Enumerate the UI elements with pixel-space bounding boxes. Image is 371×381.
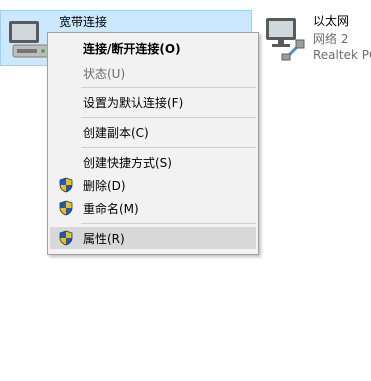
adapter-ethernet-device: Realtek PC — [313, 48, 371, 62]
adapter-ethernet-network: 网络 2 — [313, 32, 349, 46]
menu-item-delete[interactable]: 删除(D) — [50, 174, 256, 196]
adapter-ethernet-name: 以太网 — [313, 14, 350, 28]
network-adapter-icon — [5, 15, 53, 66]
uac-shield-icon — [58, 200, 74, 216]
menu-item-label: 删除(D) — [83, 179, 126, 193]
adapter-ethernet[interactable]: 以太网 网络 2 Realtek PC — [258, 10, 371, 66]
menu-item-label: 创建副本(C) — [83, 126, 149, 140]
adapter-broadband-name: 宽带连接 — [59, 15, 108, 29]
menu-item-properties[interactable]: 属性(R) — [50, 227, 256, 249]
menu-item-create-copy[interactable]: 创建副本(C) — [50, 121, 256, 143]
menu-item-connect-disconnect[interactable]: 连接/断开连接(O) — [50, 37, 256, 59]
context-menu: 连接/断开连接(O) 状态(U) 设置为默认连接(F) 创建副本(C) 创建快捷… — [47, 32, 259, 255]
uac-shield-icon — [58, 230, 74, 246]
uac-shield-icon — [58, 177, 74, 193]
menu-separator — [81, 87, 256, 88]
menu-item-label: 重命名(M) — [83, 202, 139, 216]
menu-item-label: 连接/断开连接(O) — [83, 42, 181, 56]
menu-item-status[interactable]: 状态(U) — [50, 62, 256, 84]
menu-separator — [81, 223, 256, 224]
menu-item-label: 属性(R) — [83, 232, 125, 246]
menu-separator — [81, 117, 256, 118]
menu-item-create-shortcut[interactable]: 创建快捷方式(S) — [50, 151, 256, 173]
menu-item-label: 创建快捷方式(S) — [83, 156, 172, 170]
menu-item-set-default[interactable]: 设置为默认连接(F) — [50, 91, 256, 113]
network-adapter-cable-icon — [260, 14, 308, 65]
menu-item-rename[interactable]: 重命名(M) — [50, 197, 256, 219]
menu-item-label: 设置为默认连接(F) — [83, 96, 184, 110]
menu-item-label: 状态(U) — [83, 67, 126, 81]
menu-separator — [81, 147, 256, 148]
